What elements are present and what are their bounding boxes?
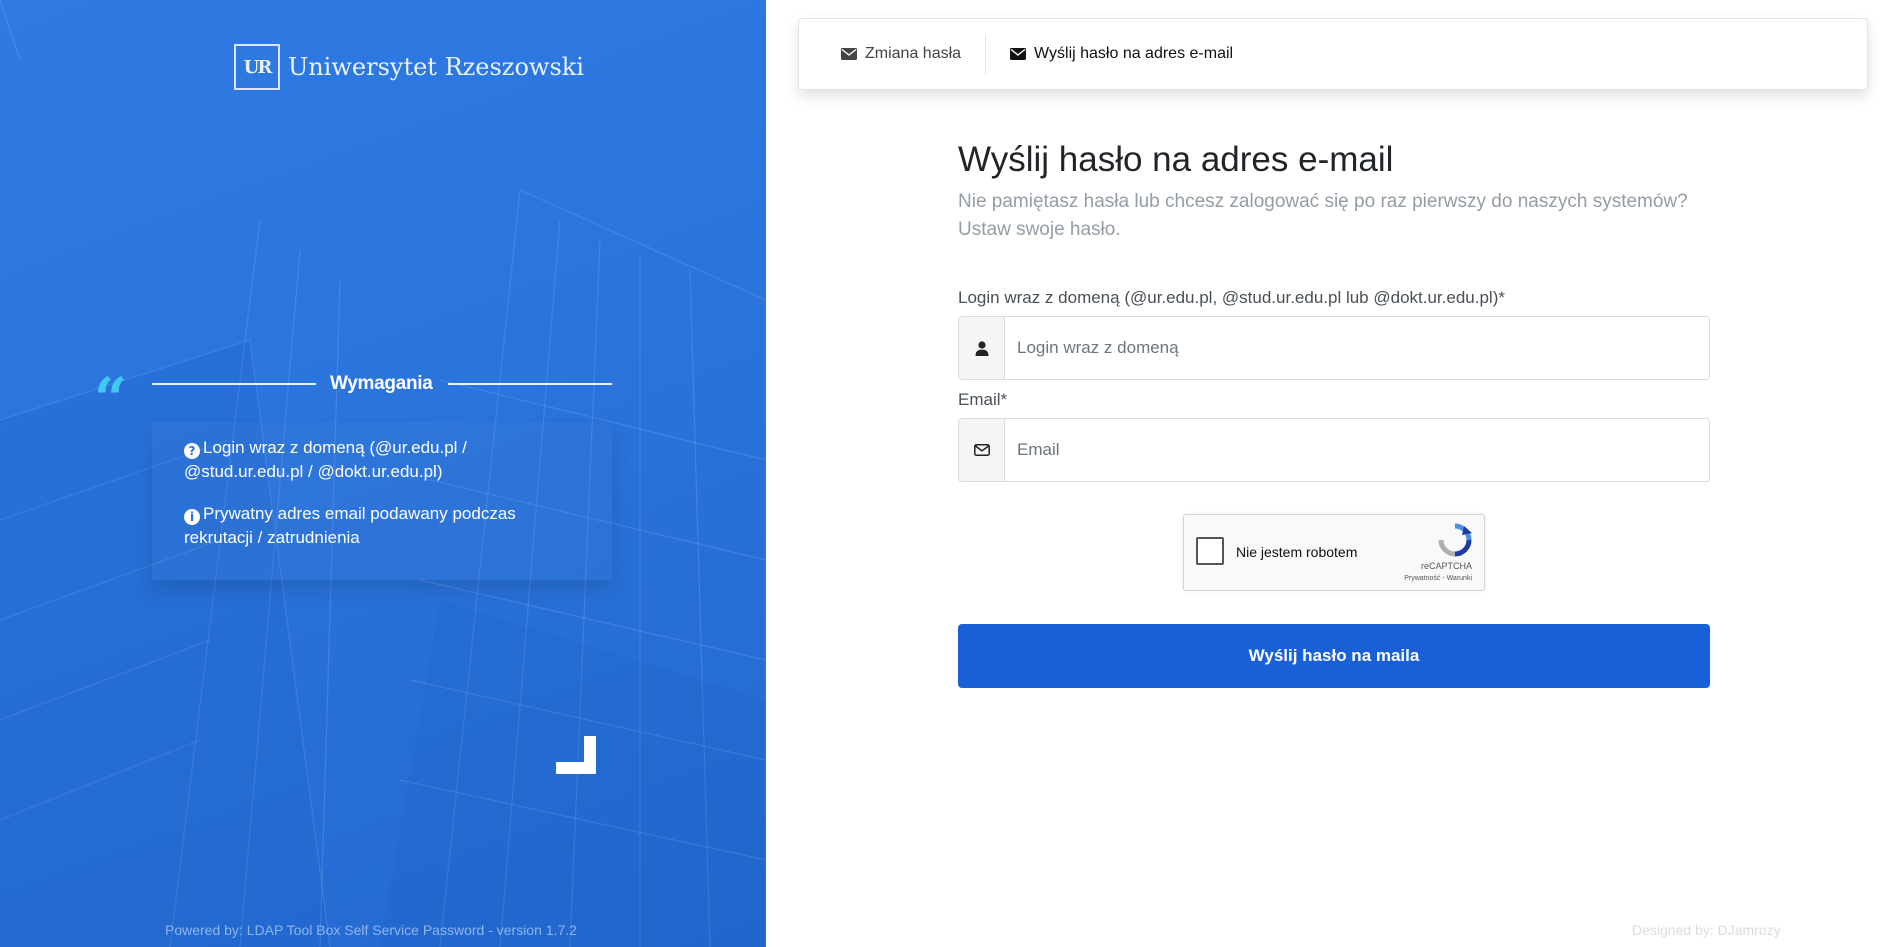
reset-form: Wyślij hasło na adres e-mail Nie pamięta… xyxy=(958,140,1710,688)
requirement-item-email: i Prywatny adres email podawany podczas r… xyxy=(184,502,580,550)
quote-icon: “ xyxy=(94,365,128,433)
top-navigation: Zmiana hasła Wyślij hasło na adres e-mai… xyxy=(798,18,1868,90)
email-input-group xyxy=(958,418,1710,482)
email-label: Email* xyxy=(958,390,1008,409)
login-input-group xyxy=(958,316,1710,380)
requirement-text: Prywatny adres email podawany podczas re… xyxy=(184,504,516,547)
recaptcha-brand: reCAPTCHA xyxy=(1420,561,1472,571)
corner-bracket-icon xyxy=(556,736,596,774)
requirement-text: Login wraz z domeną (@ur.edu.pl / @stud.… xyxy=(184,438,467,481)
recaptcha-links[interactable]: Prywatność - Warunki xyxy=(1404,575,1472,582)
designed-by-footer: Designed by: DJamrozy xyxy=(1632,922,1781,938)
login-label: Login wraz z domeną (@ur.edu.pl, @stud.u… xyxy=(958,288,1505,307)
requirements-title: Wymagania xyxy=(330,373,433,394)
requirement-item-login: ? Login wraz z domeną (@ur.edu.pl / @stud… xyxy=(184,436,580,484)
divider-line-left xyxy=(152,383,316,385)
requirements-box: ? Login wraz z domeną (@ur.edu.pl / @stud… xyxy=(152,422,612,580)
tab-change-password[interactable]: Zmiana hasła xyxy=(841,34,985,74)
university-logo-mark: UR xyxy=(234,44,280,90)
login-input[interactable] xyxy=(1005,317,1709,379)
university-logo: UR Uniwersytet Rzeszowski xyxy=(234,44,584,90)
tab-label: Wyślij hasło na adres e-mail xyxy=(1034,45,1234,62)
left-panel: UR Uniwersytet Rzeszowski “ Wymagania ? L… xyxy=(0,0,766,947)
envelope-icon xyxy=(841,48,857,60)
recaptcha-logo-icon xyxy=(1438,523,1472,557)
user-icon xyxy=(959,317,1005,379)
question-circle-icon: ? xyxy=(184,443,200,459)
recaptcha-label: Nie jestem robotem xyxy=(1236,544,1358,560)
page-title: Wyślij hasło na adres e-mail xyxy=(958,140,1394,179)
envelope-outline-icon xyxy=(959,419,1005,481)
tab-label: Zmiana hasła xyxy=(865,45,962,62)
recaptcha-widget: Nie jestem robotem reCAPTCHA Prywatność … xyxy=(1183,514,1485,591)
submit-button[interactable]: Wyślij hasło na maila xyxy=(958,624,1710,688)
divider-line-right xyxy=(448,383,612,385)
recaptcha-checkbox[interactable] xyxy=(1196,537,1224,565)
email-input[interactable] xyxy=(1005,419,1709,481)
university-logo-text: Uniwersytet Rzeszowski xyxy=(288,53,584,81)
envelope-icon xyxy=(1010,48,1027,60)
page-subtitle: Nie pamiętasz hasła lub chcesz zalogować… xyxy=(958,191,1688,240)
powered-by-footer: Powered by: LDAP Tool Box Self Service P… xyxy=(165,922,577,938)
tab-send-password-email[interactable]: Wyślij hasło na adres e-mail xyxy=(985,34,1257,74)
info-circle-icon: i xyxy=(184,509,200,525)
